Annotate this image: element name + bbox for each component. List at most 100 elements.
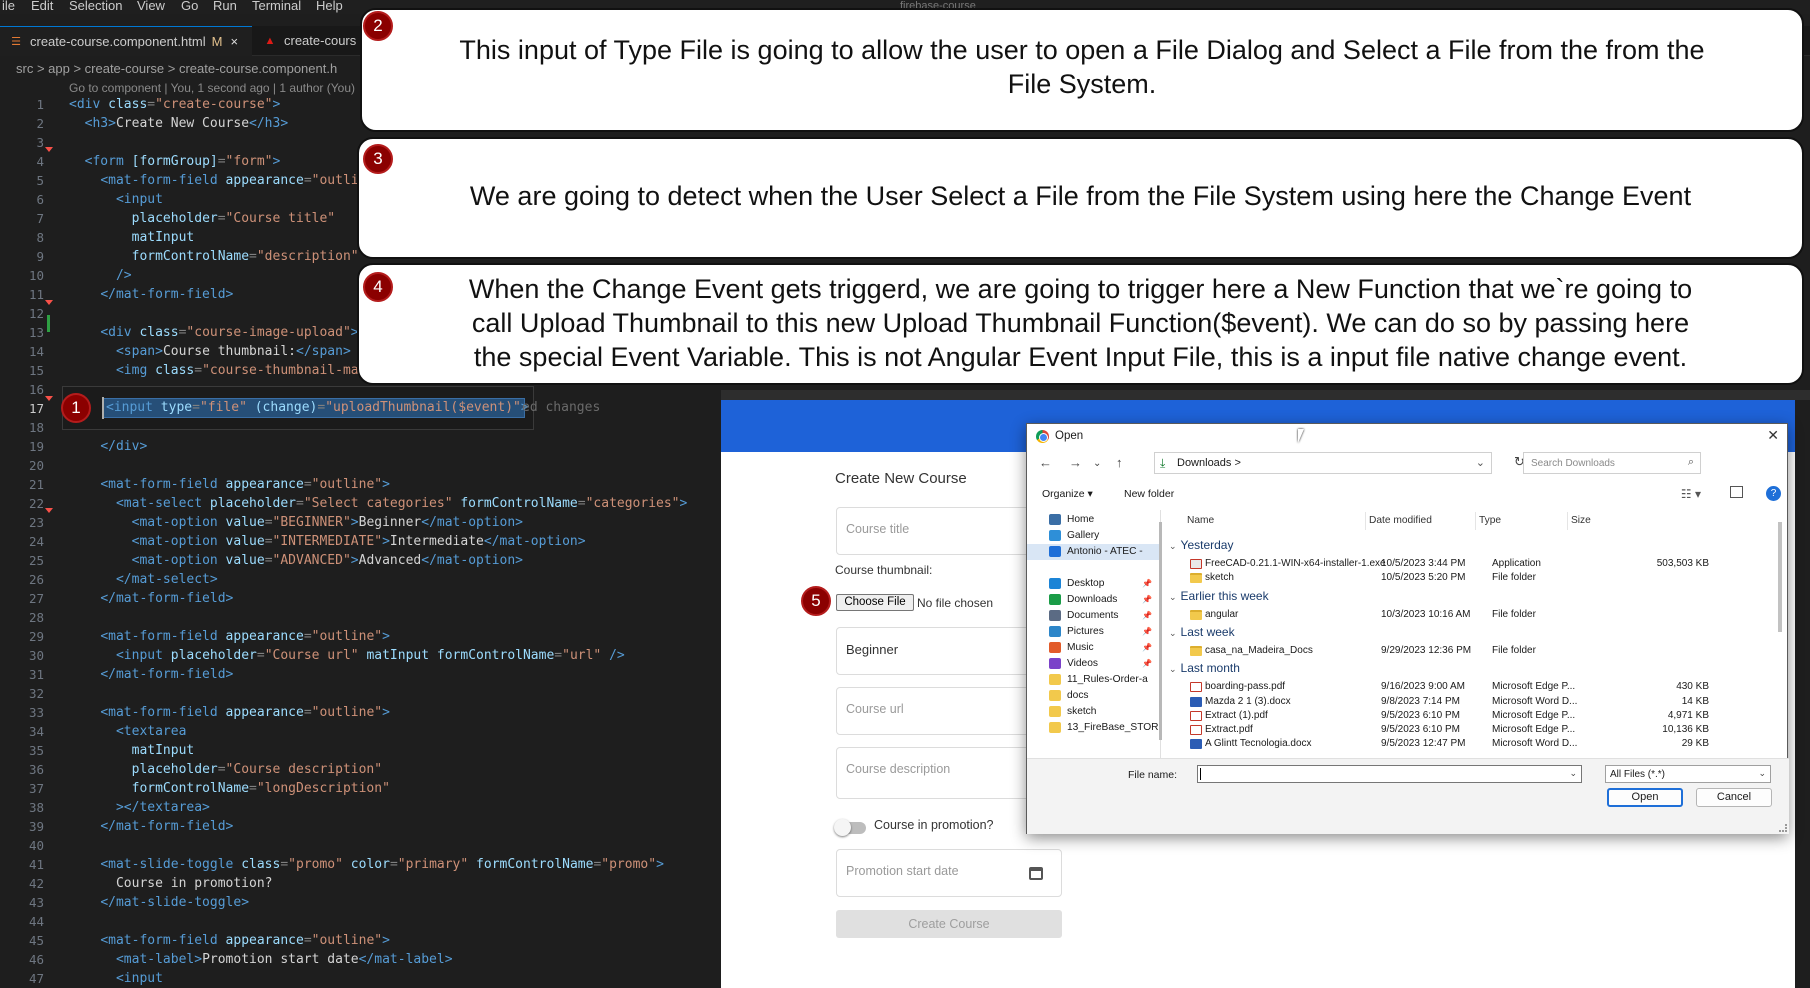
tab-create-course-html[interactable]: ☰ create-course.component.html M × [0,26,252,56]
search-input[interactable]: Search Downloads ⌕ [1523,452,1701,474]
back-arrow-icon[interactable]: ← [1039,455,1052,470]
code-line[interactable]: <div class="course-image-upload"> [69,323,358,342]
promo-toggle[interactable] [834,819,866,836]
column-header-name[interactable]: Name [1187,515,1214,526]
code-line[interactable]: <mat-form-field appearance="outline"> [69,627,390,646]
code-line[interactable]: Course in promotion? [69,874,273,893]
nav-item[interactable]: Music 📌 [1027,640,1160,656]
nav-scrollbar[interactable] [1159,522,1162,740]
code-line[interactable]: </mat-select> [69,570,218,589]
view-options-icon[interactable]: ☷ ▾ [1681,487,1701,501]
address-bar[interactable]: ⤓ Downloads > ⌄ [1154,452,1492,474]
code-line[interactable]: <mat-option value="BEGINNER">Beginner</m… [69,513,523,532]
code-line[interactable]: formControlName="longDescription" [69,779,390,798]
nav-item[interactable]: Desktop 📌 [1027,576,1160,592]
nav-item[interactable]: sketch [1027,704,1160,720]
nav-item[interactable]: Downloads 📌 [1027,592,1160,608]
group-header[interactable]: ⌄ Yesterday [1169,538,1233,552]
chevron-down-icon[interactable]: ⌄ [1476,456,1485,469]
up-arrow-icon[interactable]: ↑ [1116,455,1123,470]
code-line[interactable]: <mat-option value="ADVANCED">Advanced</m… [69,551,523,570]
file-row[interactable]: angular 10/3/2023 10:16 AM File folder [1165,608,1765,622]
column-separator[interactable] [1567,512,1568,530]
menu-help[interactable]: Help [316,0,343,12]
nav-item[interactable]: 11_Rules-Order-a [1027,672,1160,688]
nav-item[interactable]: Antonio - ATEC - [1027,544,1160,560]
code-line[interactable]: <input placeholder="Course url" matInput… [69,646,625,665]
resize-grip-icon[interactable] [1779,824,1787,832]
menu-view[interactable]: View [137,0,165,12]
file-row[interactable]: sketch 10/5/2023 5:20 PM File folder [1165,571,1765,585]
group-header[interactable]: ⌄ Last week [1169,625,1235,639]
tab-create-course-ts[interactable]: ▲ create-cours [254,26,364,56]
code-line[interactable]: <input [69,969,163,988]
code-line[interactable]: formControlName="description" [69,247,359,266]
menu-selection[interactable]: Selection [69,0,122,12]
menu-go[interactable]: Go [181,0,198,12]
code-line[interactable]: </mat-form-field> [69,589,233,608]
code-line[interactable]: ></textarea> [69,798,210,817]
code-line[interactable]: <mat-label>Promotion start date</mat-lab… [69,950,453,969]
nav-item[interactable]: Videos 📌 [1027,656,1160,672]
code-line[interactable]: <div class="create-course"> [69,95,280,114]
file-row[interactable]: A Glintt Tecnologia.docx 9/5/2023 12:47 P… [1165,737,1765,751]
file-name-input[interactable]: ⌄ [1197,765,1582,783]
organize-button[interactable]: Organize ▾ [1042,488,1093,500]
file-row[interactable]: Mazda 2 1 (3).docx 9/8/2023 7:14 PM Micros… [1165,695,1765,709]
file-row[interactable]: Extract (1).pdf 9/5/2023 6:10 PM Microsoft… [1165,709,1765,723]
chevron-down-icon[interactable]: ⌄ [1169,628,1177,638]
menu-file[interactable]: ile [2,0,15,12]
column-header-size[interactable]: Size [1571,515,1591,526]
code-line[interactable]: <span>Course thumbnail:</span> [69,342,351,361]
file-row[interactable]: Extract.pdf 9/5/2023 6:10 PM Microsoft Edg… [1165,723,1765,737]
chevron-down-icon[interactable]: ⌄ [1169,664,1177,674]
nav-item[interactable]: 13_FireBase_STOR [1027,720,1160,736]
nav-item[interactable]: Pictures 📌 [1027,624,1160,640]
code-line[interactable]: <mat-form-field appearance="outline"> [69,931,390,950]
code-line[interactable]: placeholder="Course title" [69,209,336,228]
code-line[interactable]: <mat-form-field appearance="outlin [69,171,366,190]
preview-pane-icon[interactable] [1730,486,1743,498]
chevron-down-icon[interactable]: ⌄ [1169,592,1177,602]
code-line[interactable]: </mat-form-field> [69,817,233,836]
input-file-code-line[interactable]: <input type="file" (change)="uploadThumb… [106,398,529,418]
recent-locations-icon[interactable]: ⌄ [1093,458,1101,469]
column-header-type[interactable]: Type [1479,515,1501,526]
close-icon[interactable]: × [230,34,238,49]
chevron-down-icon[interactable]: ⌄ [1569,768,1577,779]
column-separator[interactable] [1365,512,1366,530]
open-button[interactable]: Open [1607,788,1683,807]
code-line[interactable]: <input [69,190,163,209]
code-line[interactable]: placeholder="Course description" [69,760,382,779]
file-list-scrollbar[interactable] [1778,522,1782,632]
menu-terminal[interactable]: Terminal [252,0,301,12]
column-header-date-modified[interactable]: Date modified [1369,515,1432,526]
code-line[interactable]: /> [69,266,132,285]
code-line[interactable]: <textarea [69,722,186,741]
file-row[interactable]: FreeCAD-0.21.1-WIN-x64-installer-1.exe 10… [1165,557,1765,571]
code-line[interactable]: <mat-option value="INTERMEDIATE">Interme… [69,532,586,551]
code-line[interactable]: matInput [69,228,195,247]
help-icon[interactable]: ? [1766,486,1781,501]
code-line[interactable]: matInput [69,741,195,760]
column-separator[interactable] [1475,512,1476,530]
group-header[interactable]: ⌄ Earlier this week [1169,589,1269,603]
code-line[interactable]: </div> [69,437,147,456]
codelens-blame[interactable]: Go to component | You, 1 second ago | 1 … [69,81,355,95]
code-line[interactable]: <mat-slide-toggle class="promo" color="p… [69,855,664,874]
code-line[interactable]: <mat-form-field appearance="outline"> [69,475,390,494]
code-line[interactable]: <img class="course-thumbnail-ma [69,361,359,380]
file-row[interactable]: casa_na_Madeira_Docs 9/29/2023 12:36 PM Fi… [1165,644,1765,658]
nav-item[interactable]: Gallery [1027,528,1160,544]
group-header[interactable]: ⌄ Last month [1169,661,1240,675]
chevron-down-icon[interactable]: ⌄ [1169,541,1177,551]
create-course-button[interactable]: Create Course [836,910,1062,938]
close-icon[interactable]: ✕ [1767,427,1779,444]
forward-arrow-icon[interactable]: → [1069,455,1082,470]
code-line[interactable]: <form [formGroup]="form"> [69,152,281,171]
code-line[interactable]: <mat-select placeholder="Select categori… [69,494,687,513]
menu-run[interactable]: Run [213,0,237,12]
code-line[interactable]: </mat-slide-toggle> [69,893,249,912]
code-line[interactable]: </mat-form-field> [69,665,233,684]
code-line[interactable]: <h3>Create New Course</h3> [69,114,289,133]
